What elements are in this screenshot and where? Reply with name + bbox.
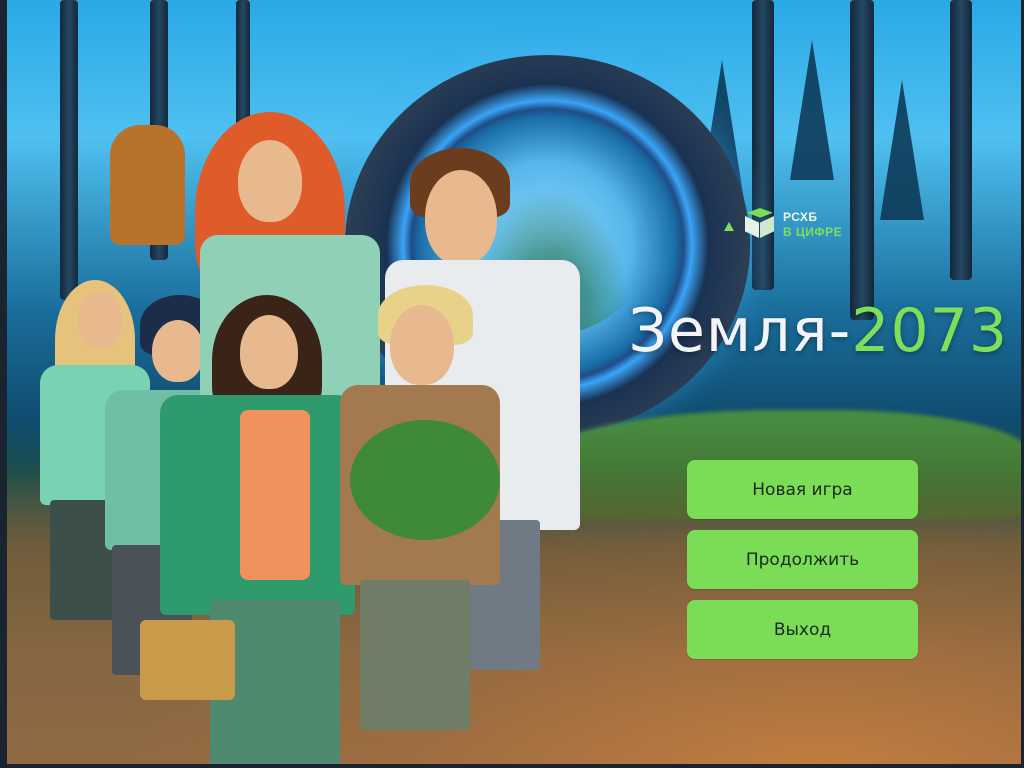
new-game-button[interactable]: Новая игра bbox=[687, 460, 918, 519]
tree-trunk bbox=[850, 0, 874, 320]
game-title: Земля-2073 bbox=[629, 296, 1008, 366]
pine-tree bbox=[880, 80, 924, 220]
continue-button[interactable]: Продолжить bbox=[687, 530, 918, 589]
pine-tree bbox=[790, 40, 834, 180]
toolbox bbox=[140, 620, 235, 700]
tree-trunk bbox=[950, 0, 972, 280]
tree-trunk bbox=[60, 0, 78, 300]
apple-plant bbox=[350, 420, 500, 540]
window-edge-left bbox=[0, 0, 7, 768]
seed-bag bbox=[110, 125, 185, 245]
exit-button[interactable]: Выход bbox=[687, 600, 918, 659]
game-title-year: 2073 bbox=[851, 296, 1008, 366]
game-title-main: Земля- bbox=[628, 296, 852, 366]
brand-logo: РСХБ В ЦИФРЕ bbox=[745, 208, 842, 242]
logo-line-1: РСХБ bbox=[783, 210, 818, 224]
logo-accent-triangle bbox=[724, 222, 734, 231]
tree-trunk bbox=[752, 0, 774, 290]
cube-logo-icon bbox=[745, 208, 775, 242]
main-menu: Новая игра Продолжить Выход bbox=[687, 460, 918, 670]
logo-text: РСХБ В ЦИФРЕ bbox=[783, 210, 842, 240]
logo-line-2: В ЦИФРЕ bbox=[783, 225, 843, 239]
window-edge-bottom bbox=[0, 764, 1024, 768]
